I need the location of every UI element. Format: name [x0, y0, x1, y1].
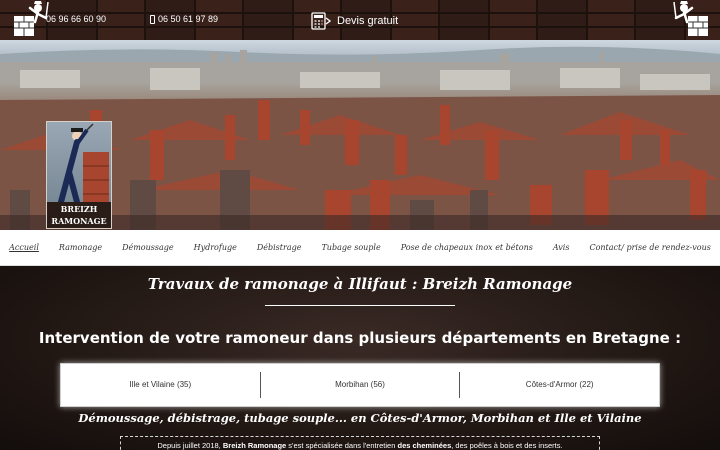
intro-middle: s'est spécialisée dans l'entretien	[286, 441, 398, 450]
mobile-phone-icon	[150, 14, 155, 24]
intro-prefix: Depuis juillet 2018,	[157, 441, 223, 450]
intro-paragraph: Depuis juillet 2018, Breizh Ramonage s'e…	[120, 436, 600, 450]
intro-strong: des cheminées	[397, 441, 452, 450]
main-navigation: Accueil Ramonage Démoussage Hydrofuge Dé…	[0, 230, 720, 266]
free-quote-label: Devis gratuit	[337, 15, 399, 27]
intervention-heading: Intervention de votre ramoneur dans plus…	[38, 329, 682, 347]
calculator-icon	[311, 12, 331, 30]
logo-line-1: BREIZH	[60, 204, 98, 214]
services-heading: Démoussage, débistrage, tubage souple...…	[78, 411, 642, 425]
breizh-ramonage-logo[interactable]: BREIZH RAMONAGE	[46, 121, 112, 229]
page-title: Travaux de ramonage à Illifaut : Breizh …	[147, 275, 573, 293]
mobile-phone[interactable]: 06 50 61 97 89	[150, 14, 218, 24]
mobile-phone-number: 06 50 61 97 89	[158, 14, 219, 24]
nav-item-avis[interactable]: Avis	[553, 243, 570, 252]
nav-item-contact[interactable]: Contact/ prise de rendez-vous	[589, 243, 710, 252]
nav-item-pose-chapeaux[interactable]: Pose de chapeaux inox et bétons	[401, 243, 533, 252]
top-bar: 06 96 66 60 90 06 50 61 97 89 Devis grat…	[0, 0, 720, 40]
main-content: Travaux de ramonage à Illifaut : Breizh …	[0, 266, 720, 450]
intro-brand: Breizh Ramonage	[222, 441, 287, 450]
chimney-sweep-icon	[673, 1, 708, 36]
intro-suffix: , des poêles à bois et des inserts.	[451, 441, 563, 450]
title-divider	[265, 305, 455, 306]
logo-banner: BREIZH RAMONAGE	[47, 202, 111, 228]
nav-item-debistrage[interactable]: Débistrage	[257, 243, 302, 252]
department-ille-et-vilaine: Ille et Vilaine (35)	[129, 380, 192, 389]
nav-item-demoussage[interactable]: Démoussage	[122, 243, 174, 252]
nav-item-hydrofuge[interactable]: Hydrofuge	[194, 243, 237, 252]
department-morbihan: Morbihan (56)	[259, 372, 460, 398]
departments-box: Ille et Vilaine (35) Morbihan (56) Côtes…	[60, 363, 660, 407]
logo-line-2: RAMONAGE	[51, 216, 107, 226]
hero-rooftops-image: BREIZH RAMONAGE	[0, 40, 720, 230]
nav-item-ramonage[interactable]: Ramonage	[59, 243, 102, 252]
phone-number[interactable]: 06 96 66 60 90	[46, 14, 106, 24]
nav-item-tubage-souple[interactable]: Tubage souple	[321, 243, 380, 252]
department-cotes-darmor: Côtes-d'Armor (22)	[459, 372, 659, 398]
nav-item-accueil[interactable]: Accueil	[9, 243, 39, 252]
free-quote-link[interactable]: Devis gratuit	[311, 12, 398, 30]
logo-sweep-illustration	[58, 123, 109, 205]
